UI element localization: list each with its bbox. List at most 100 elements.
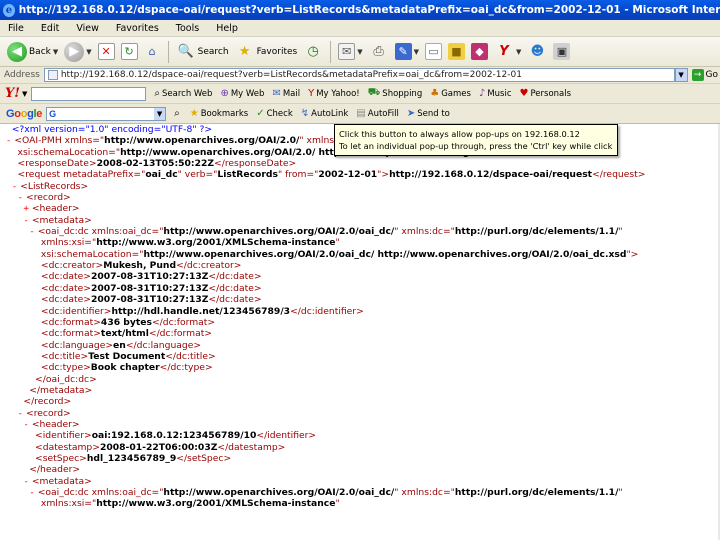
google-search-input[interactable]: G ▼ bbox=[46, 106, 167, 121]
chevron-down-icon[interactable]: ▼ bbox=[22, 90, 27, 98]
go-button[interactable]: → Go bbox=[691, 69, 718, 81]
google-item-label: AutoLink bbox=[311, 108, 349, 119]
chevron-down-icon[interactable]: ▼ bbox=[516, 48, 521, 56]
chevron-down-icon[interactable]: ▼ bbox=[357, 48, 362, 56]
yahoo-logo[interactable]: Y! bbox=[0, 86, 22, 101]
expand-toggle[interactable]: + bbox=[23, 203, 29, 214]
star-icon: ★ bbox=[189, 108, 199, 119]
google-autofill-button[interactable]: ▤ AutoFill bbox=[352, 108, 403, 119]
xml-line: <dc:date>2007-08-31T10:27:13Z</dc:date> bbox=[40, 294, 262, 306]
menu-view[interactable]: View bbox=[68, 23, 108, 34]
collapse-toggle[interactable]: - bbox=[12, 181, 18, 192]
google-item-label: Bookmarks bbox=[200, 108, 249, 119]
favorites-button[interactable]: ★ Favorites bbox=[232, 40, 301, 64]
collapse-toggle[interactable]: - bbox=[29, 226, 35, 237]
yahoo-games-button[interactable]: ♣ Games bbox=[426, 88, 475, 99]
xml-line: - <record> bbox=[17, 192, 71, 204]
xml-line: + <header> bbox=[23, 203, 80, 215]
messenger-icon: ■ bbox=[448, 43, 465, 60]
xml-line: <dc:date>2007-08-31T10:27:13Z</dc:date> bbox=[40, 282, 262, 294]
xml-attr-value: http://purl.org/dc/elements/1.1/ bbox=[454, 487, 619, 498]
yahoo-toolbar: Y! ▼ ⌕ Search Web ⊕ My Web ✉ Mail Y My Yahoo… bbox=[0, 84, 720, 104]
collapse-toggle[interactable]: - bbox=[18, 192, 24, 203]
menu-tools[interactable]: Tools bbox=[168, 23, 208, 34]
toolbar-separator bbox=[167, 40, 169, 63]
xml-text: 2007-08-31T10:27:13Z bbox=[90, 282, 209, 294]
collapse-toggle[interactable]: - bbox=[23, 419, 29, 430]
google-logo[interactable]: Google bbox=[0, 108, 46, 120]
send-icon: ➤ bbox=[406, 108, 416, 119]
yahoo-toolbar-button[interactable]: Y ▼ bbox=[491, 40, 524, 64]
address-input[interactable] bbox=[60, 70, 674, 80]
collapse-toggle[interactable]: - bbox=[23, 215, 29, 226]
forward-arrow-icon: ▶ bbox=[64, 41, 85, 62]
chevron-down-icon[interactable]: ▼ bbox=[53, 48, 58, 56]
back-arrow-icon: ◀ bbox=[7, 41, 27, 62]
menu-edit[interactable]: Edit bbox=[33, 23, 68, 34]
collapse-toggle[interactable]: - bbox=[6, 135, 12, 146]
google-bookmarks-button[interactable]: ★ Bookmarks bbox=[186, 108, 252, 119]
home-button[interactable]: ⌂ bbox=[141, 40, 164, 64]
chevron-down-icon[interactable]: ▼ bbox=[414, 48, 419, 56]
messenger2-button[interactable]: ☻ bbox=[524, 40, 550, 64]
favorites-label: Favorites bbox=[256, 46, 298, 57]
google-check-button[interactable]: ✓ Check bbox=[252, 108, 297, 119]
xml-text: text/html bbox=[100, 328, 149, 340]
yahoo-my-yahoo-button[interactable]: Y My Yahoo! bbox=[304, 88, 364, 99]
popup-blocker-tooltip: Click this button to always allow pop-up… bbox=[334, 124, 618, 156]
back-button[interactable]: ◀ Back ▼ bbox=[4, 40, 61, 64]
google-autolink-button[interactable]: ↯ AutoLink bbox=[297, 108, 353, 119]
yahoo-shopping-button[interactable]: ⛟ Shopping bbox=[364, 87, 427, 100]
search-icon: 🔍 bbox=[177, 44, 194, 59]
menu-help[interactable]: Help bbox=[208, 23, 247, 34]
yahoo-music-button[interactable]: ♪ Music bbox=[475, 88, 516, 99]
toolbar-separator bbox=[330, 40, 332, 63]
messenger-person-icon: ☻ bbox=[530, 44, 545, 59]
popup-tooltip-line1: Click this button to always allow pop-up… bbox=[339, 129, 580, 139]
menu-favorites[interactable]: Favorites bbox=[108, 23, 168, 34]
xml-text: Book chapter bbox=[90, 362, 160, 374]
xml-attr-value: http://www.w3.org/2001/XMLSchema-instanc… bbox=[96, 237, 336, 249]
yahoo-personals-button[interactable]: ♥ Personals bbox=[516, 88, 576, 99]
printer-icon: ⎙ bbox=[373, 44, 384, 59]
collapse-toggle[interactable]: - bbox=[29, 487, 35, 498]
forward-button[interactable]: ▶ ▼ bbox=[61, 40, 94, 64]
google-search-button[interactable]: ⌕ bbox=[170, 108, 186, 119]
collapse-toggle[interactable]: - bbox=[23, 476, 29, 487]
yahoo-search-web-button[interactable]: ⌕ Search Web bbox=[150, 88, 216, 99]
menu-file[interactable]: File bbox=[0, 23, 33, 34]
address-field[interactable] bbox=[43, 68, 675, 82]
discuss-button[interactable]: ▭ bbox=[422, 40, 445, 64]
yahoo-search-input[interactable] bbox=[31, 86, 147, 101]
xml-line: <setSpec>hdl_123456789_9</setSpec> bbox=[35, 452, 232, 464]
print-button[interactable]: ⎙ bbox=[366, 40, 392, 64]
xml-line: <responseDate>2008-02-13T05:50:22Z</resp… bbox=[17, 158, 297, 170]
yahoo-item-label: My Yahoo! bbox=[316, 88, 360, 99]
chevron-down-icon[interactable]: ▼ bbox=[154, 107, 166, 120]
history-button[interactable]: ◷ bbox=[300, 40, 326, 64]
xml-line: xsi:schemaLocation="http://www.openarchi… bbox=[40, 248, 639, 260]
xml-attr-value: http://www.openarchives.org/OAI/2.0/oai_… bbox=[163, 226, 395, 238]
stop-button[interactable]: ✕ bbox=[95, 40, 118, 64]
yahoo-my-web-button[interactable]: ⊕ My Web bbox=[216, 88, 268, 99]
edit-button[interactable]: ✎ ▼ bbox=[392, 40, 422, 64]
address-dropdown-icon[interactable]: ▼ bbox=[674, 68, 688, 82]
xml-text: oai:192.168.0.12:123456789/10 bbox=[91, 430, 257, 442]
research-button[interactable]: ◆ bbox=[468, 40, 491, 64]
toolbar-extra-button[interactable]: ▣ bbox=[550, 40, 573, 64]
xml-line: <dc:language>en</dc:language> bbox=[40, 339, 202, 351]
search-button[interactable]: 🔍 Search bbox=[173, 40, 232, 64]
messenger-button[interactable]: ■ bbox=[445, 40, 468, 64]
refresh-button[interactable]: ↻ bbox=[118, 40, 141, 64]
chevron-down-icon[interactable]: ▼ bbox=[86, 48, 91, 56]
xml-line: - <metadata> bbox=[23, 214, 92, 226]
title-bar: e http://192.168.0.12/dspace-oai/request… bbox=[0, 0, 720, 20]
yahoo-mail-button[interactable]: ✉ Mail bbox=[268, 88, 304, 99]
google-send-to-button[interactable]: ➤ Send to bbox=[403, 108, 454, 119]
collapse-toggle[interactable]: - bbox=[18, 408, 24, 419]
mail-button[interactable]: ✉ ▼ bbox=[335, 40, 365, 64]
google-item-label: AutoFill bbox=[367, 108, 399, 119]
yahoo-item-label: Personals bbox=[530, 88, 572, 99]
xml-attr-value: ListRecords bbox=[217, 169, 278, 181]
star-icon: ★ bbox=[238, 44, 251, 59]
